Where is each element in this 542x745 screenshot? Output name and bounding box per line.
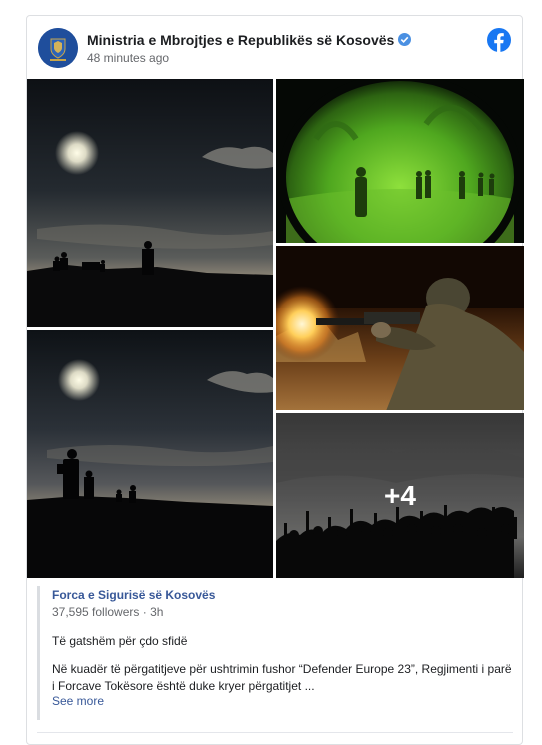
page-name-text[interactable]: Ministria e Mbrojtjes e Republikës së Ko… — [87, 32, 394, 48]
verified-badge-icon — [398, 33, 412, 46]
soldier-firing-image — [276, 246, 524, 410]
post-photo-5[interactable]: +4 — [276, 413, 524, 578]
shared-post-time[interactable]: 3h — [150, 605, 163, 619]
shared-page-name[interactable]: Forca e Sigurisë së Kosovës — [52, 588, 215, 602]
facebook-icon[interactable] — [487, 28, 511, 52]
silhouettes-moon-image — [27, 79, 273, 327]
post-photo-3[interactable] — [276, 246, 524, 410]
post-photo-1[interactable] — [27, 79, 273, 327]
page-name[interactable]: Ministria e Mbrojtjes e Republikës së Ko… — [87, 32, 412, 48]
shared-followers: 37,595 followers — [52, 605, 140, 619]
card-divider — [37, 732, 513, 733]
more-photos-overlay[interactable]: +4 — [276, 413, 524, 578]
post-photo-4[interactable] — [27, 330, 273, 578]
ministry-emblem-icon — [38, 28, 78, 68]
shared-post-meta: 37,595 followers · 3h — [52, 605, 163, 619]
silhouettes-moon-image-2 — [27, 330, 273, 578]
shared-post-headline: Të gatshëm për çdo sfidë — [52, 634, 188, 648]
shared-post: Forca e Sigurisë së Kosovës 37,595 follo… — [37, 586, 515, 720]
meta-separator: · — [142, 605, 147, 619]
see-more-link[interactable]: See more — [52, 694, 104, 708]
post-timestamp[interactable]: 48 minutes ago — [87, 51, 169, 65]
post-card: Ministria e Mbrojtjes e Republikës së Ko… — [26, 15, 524, 745]
shared-post-body: Në kuadër të përgatitjeve për ushtrimin … — [52, 662, 512, 693]
post-photo-2[interactable] — [276, 79, 524, 243]
page-avatar[interactable] — [38, 28, 78, 68]
night-vision-image — [276, 79, 524, 243]
